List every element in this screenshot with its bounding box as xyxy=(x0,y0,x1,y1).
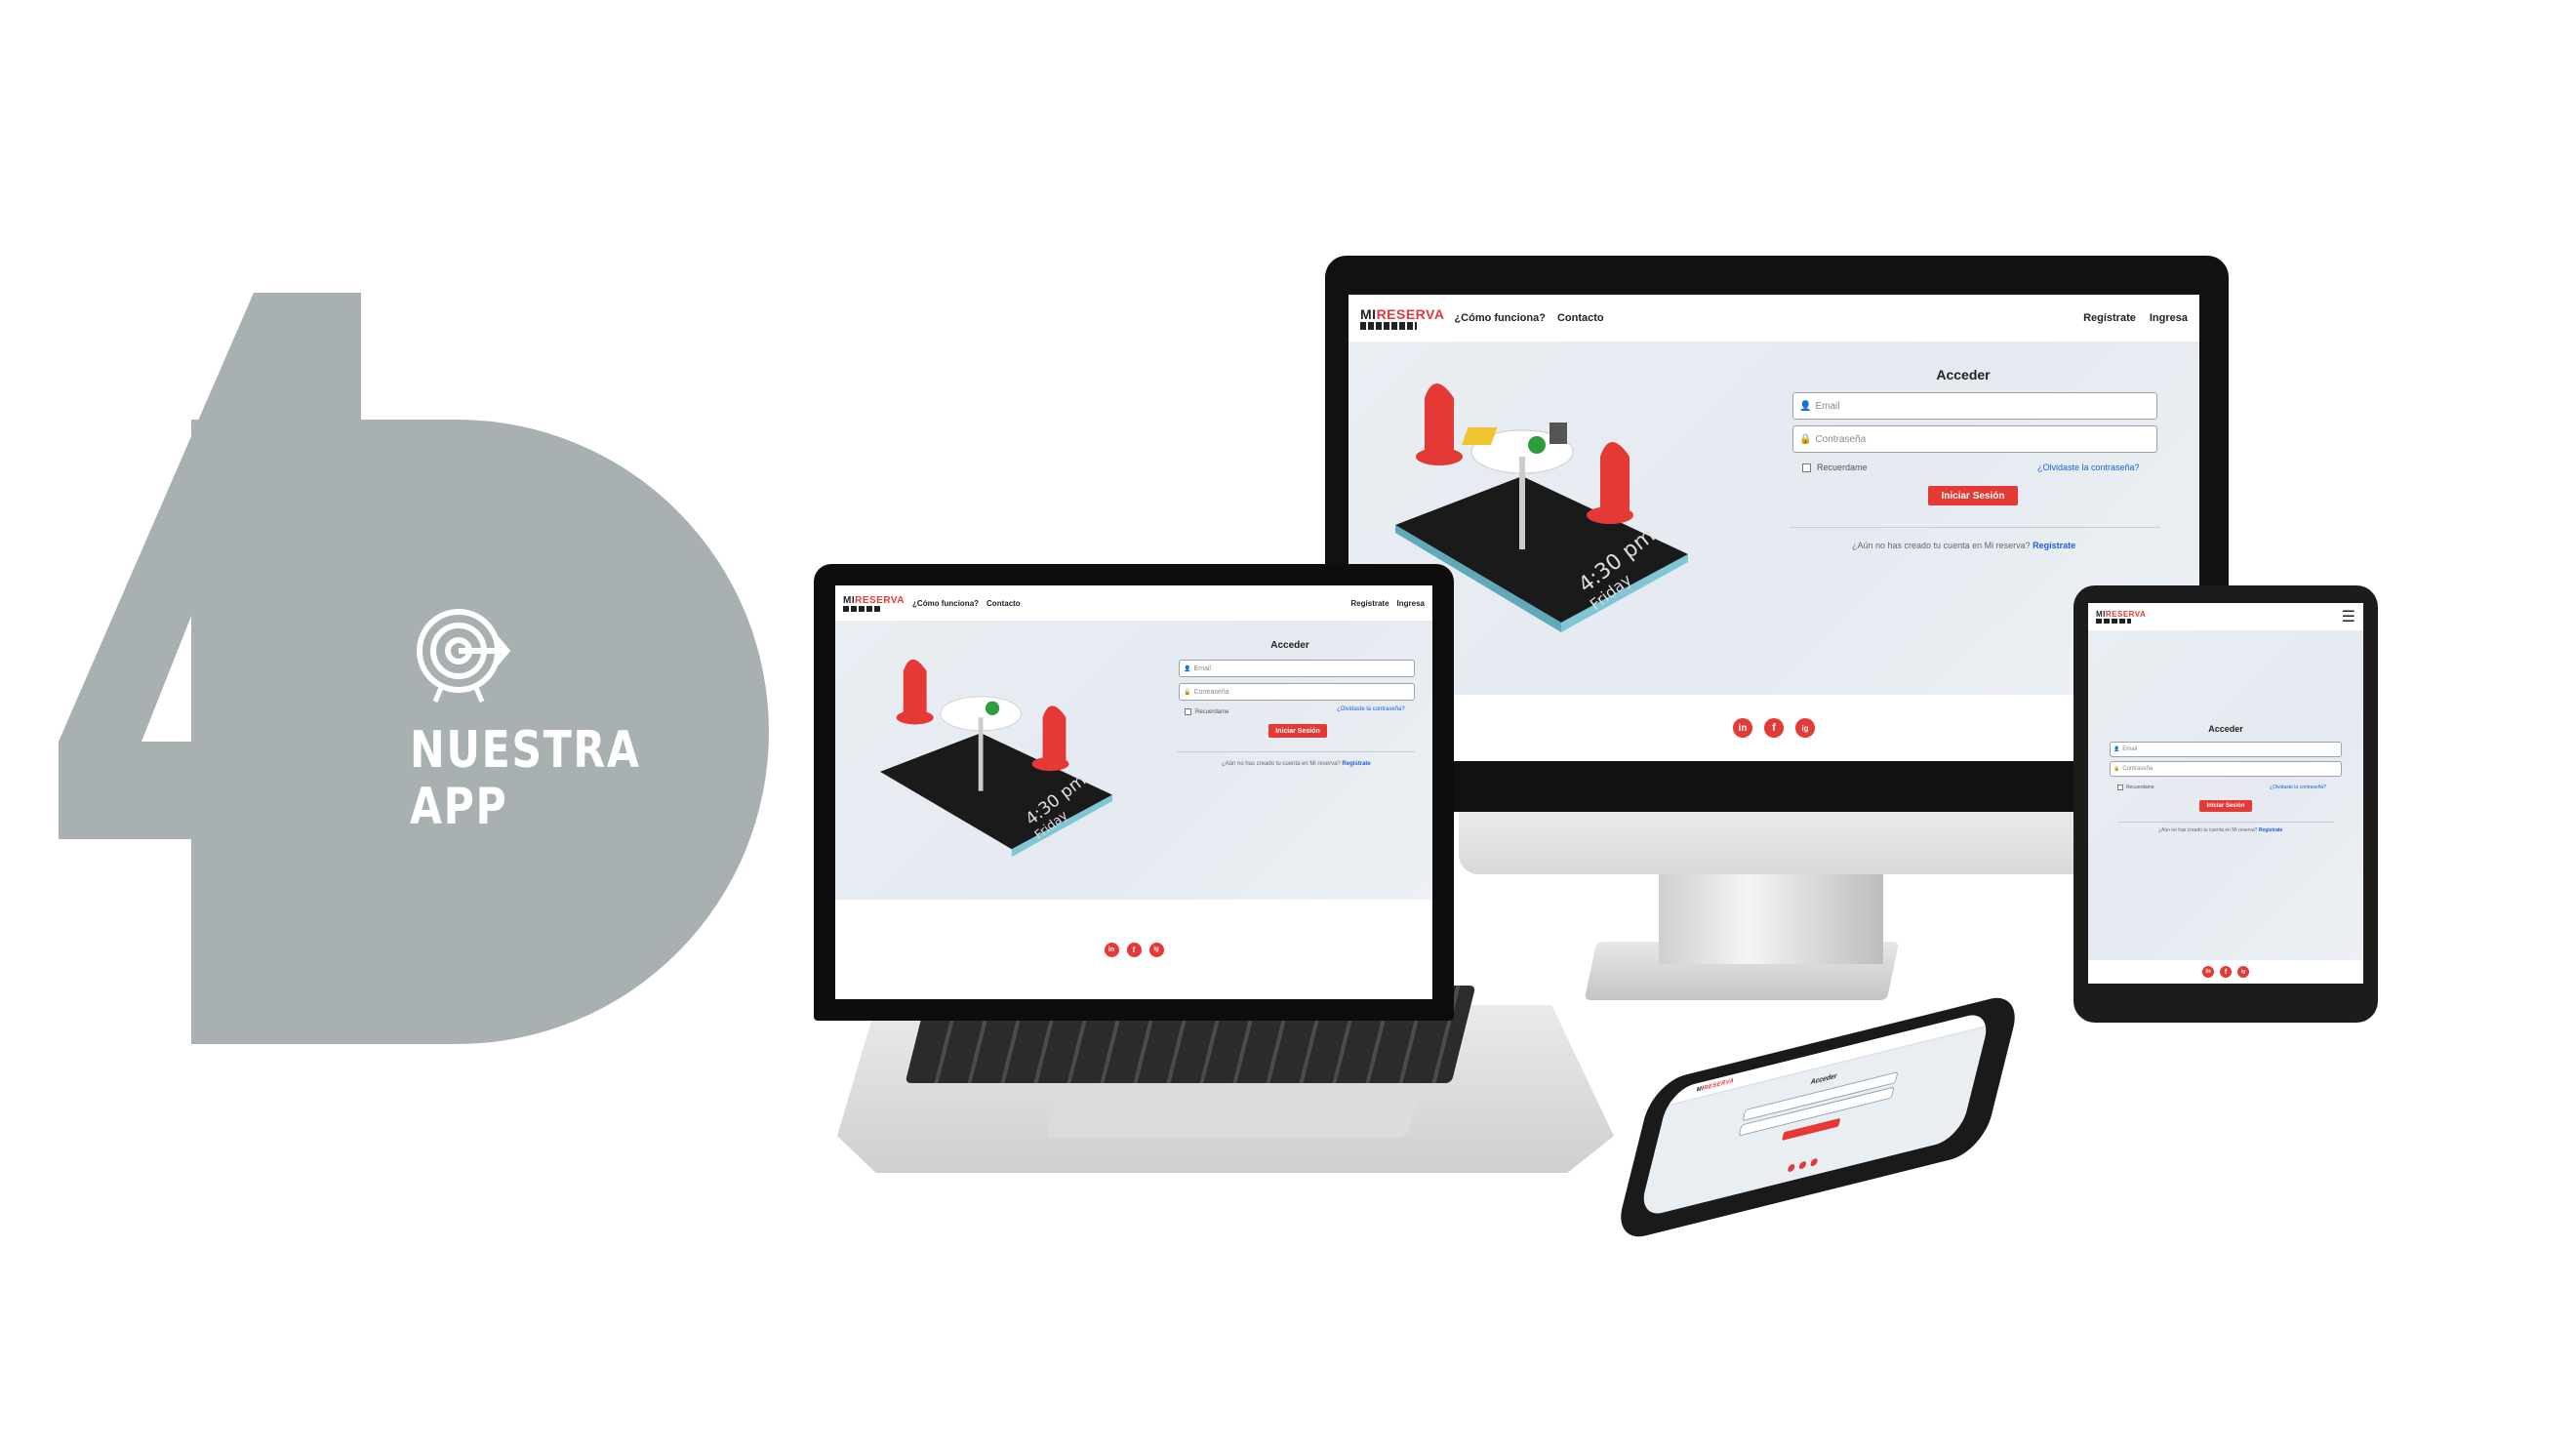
laptop-navbar: MIRESERVA ¿Cómo funciona? Contacto Regís… xyxy=(835,585,1432,621)
monitor-navbar: MIRESERVA ¿Cómo funciona? Contacto Regís… xyxy=(1348,295,2199,342)
tablet-screen: MIRESERVA ☰ Acceder 👤 Email 🔒 Contraseña R… xyxy=(2088,603,2363,984)
password-placeholder: Contraseña xyxy=(1815,433,1867,445)
logo[interactable]: MIRESERVA xyxy=(843,595,905,612)
hamburger-menu-icon[interactable]: ☰ xyxy=(2342,607,2355,626)
section-title-line2: APP xyxy=(410,778,508,836)
form-divider xyxy=(1790,527,2160,528)
monitor-footer: in f ig xyxy=(1348,695,2199,761)
linkedin-icon[interactable] xyxy=(1787,1162,1795,1173)
tablet-hero: Acceder 👤 Email 🔒 Contraseña Recuerdame ¿O… xyxy=(2088,630,2363,960)
laptop-hero: 4:30 pm Friday Acceder 👤 Email 🔒 Contraseñ… xyxy=(835,621,1432,900)
facebook-icon[interactable]: f xyxy=(1764,718,1784,738)
monitor-neck xyxy=(1659,866,1883,964)
facebook-icon[interactable] xyxy=(1797,1159,1807,1170)
facebook-icon[interactable]: f xyxy=(2220,966,2232,978)
target-icon xyxy=(417,609,511,703)
login-button[interactable]: Iniciar Sesión xyxy=(1928,486,2018,505)
login-button[interactable]: Iniciar Sesión xyxy=(2199,800,2252,812)
form-title: Acceder xyxy=(1270,640,1309,651)
logo[interactable]: MIRESERVA xyxy=(2096,610,2146,624)
user-icon: 👤 xyxy=(1184,665,1191,672)
password-field[interactable]: 🔒 Contraseña xyxy=(1179,683,1415,701)
password-field[interactable]: 🔒 Contraseña xyxy=(1792,425,2157,453)
nav-link-contact[interactable]: Contacto xyxy=(986,599,1021,608)
lock-icon: 🔒 xyxy=(2113,766,2120,772)
monitor-screen: MIRESERVA ¿Cómo funciona? Contacto Regís… xyxy=(1348,295,2199,761)
instagram-icon[interactable]: ig xyxy=(1795,718,1815,738)
restaurant-table-illustration: 4:30 pm Friday xyxy=(880,659,1112,858)
form-title: Acceder xyxy=(1936,367,1991,383)
signup-link[interactable]: Regístrate xyxy=(2033,541,2075,550)
section-title: NUESTRA APP xyxy=(410,722,641,835)
signup-link[interactable]: Regístrate xyxy=(1342,761,1370,767)
remember-checkbox[interactable]: Recuerdame xyxy=(1185,708,1228,715)
nav-link-how-it-works[interactable]: ¿Cómo funciona? xyxy=(1454,312,1546,324)
monitor-hero: 4:30 pm Friday Acceder 👤 Email 🔒 Contraseñ… xyxy=(1348,342,2199,695)
forgot-password-link[interactable]: ¿Olvidaste la contraseña? xyxy=(2037,463,2140,472)
logo[interactable]: MIRESERVA xyxy=(1360,306,1444,330)
forgot-password-link[interactable]: ¿Olvidaste la contraseña? xyxy=(2270,785,2326,790)
signup-prompt: ¿Aún no has creado tu cuenta en Mi reser… xyxy=(2158,827,2283,833)
signup-prompt: ¿Aún no has creado tu cuenta en Mi reser… xyxy=(1222,761,1371,767)
lock-icon: 🔒 xyxy=(1799,433,1812,445)
password-field[interactable]: 🔒 Contraseña xyxy=(2110,761,2342,777)
instagram-icon[interactable]: ig xyxy=(2237,966,2249,978)
signup-prompt: ¿Aún no has creado tu cuenta en Mi reser… xyxy=(1852,541,2076,550)
linkedin-icon[interactable]: in xyxy=(1104,942,1119,957)
tablet-footer: in f ig xyxy=(2088,960,2363,984)
laptop-trackpad xyxy=(1044,1083,1425,1138)
form-divider xyxy=(2117,822,2334,823)
instagram-icon[interactable] xyxy=(1809,1157,1819,1167)
laptop-footer: in f ig xyxy=(835,900,1432,999)
section-title-line1: NUESTRA xyxy=(410,721,641,780)
linkedin-icon[interactable]: in xyxy=(2202,966,2214,978)
nav-link-login[interactable]: Ingresa xyxy=(1397,599,1425,608)
email-field[interactable]: 👤 Email xyxy=(2110,742,2342,757)
form-title: Acceder xyxy=(2208,724,2243,734)
email-field[interactable]: 👤 Email xyxy=(1179,660,1415,677)
nav-link-login[interactable]: Ingresa xyxy=(2150,312,2188,324)
email-field[interactable]: 👤 Email xyxy=(1792,392,2157,420)
facebook-icon[interactable]: f xyxy=(1126,942,1142,957)
signup-link[interactable]: Regístrate xyxy=(2259,827,2282,833)
user-icon: 👤 xyxy=(2113,746,2120,752)
nav-link-register[interactable]: Regístrate xyxy=(1350,599,1389,608)
nav-link-how-it-works[interactable]: ¿Cómo funciona? xyxy=(912,599,979,608)
login-button[interactable]: Iniciar Sesión xyxy=(1268,724,1327,738)
remember-checkbox[interactable]: Recuerdame xyxy=(2117,785,2154,790)
nav-link-contact[interactable]: Contacto xyxy=(1557,312,1604,324)
form-divider xyxy=(1177,751,1415,752)
instagram-icon[interactable]: ig xyxy=(1148,942,1164,957)
lock-icon: 🔒 xyxy=(1184,689,1191,696)
nav-link-register[interactable]: Regístrate xyxy=(2083,312,2136,324)
remember-checkbox[interactable]: Recuerdame xyxy=(1802,463,1868,472)
tablet-navbar: MIRESERVA ☰ xyxy=(2088,603,2363,630)
forgot-password-link[interactable]: ¿Olvidaste la contraseña? xyxy=(1337,706,1405,712)
linkedin-icon[interactable]: in xyxy=(1733,718,1752,738)
email-placeholder: Email xyxy=(1815,400,1840,412)
laptop-screen: MIRESERVA ¿Cómo funciona? Contacto Regís… xyxy=(835,585,1432,999)
user-icon: 👤 xyxy=(1799,400,1812,412)
